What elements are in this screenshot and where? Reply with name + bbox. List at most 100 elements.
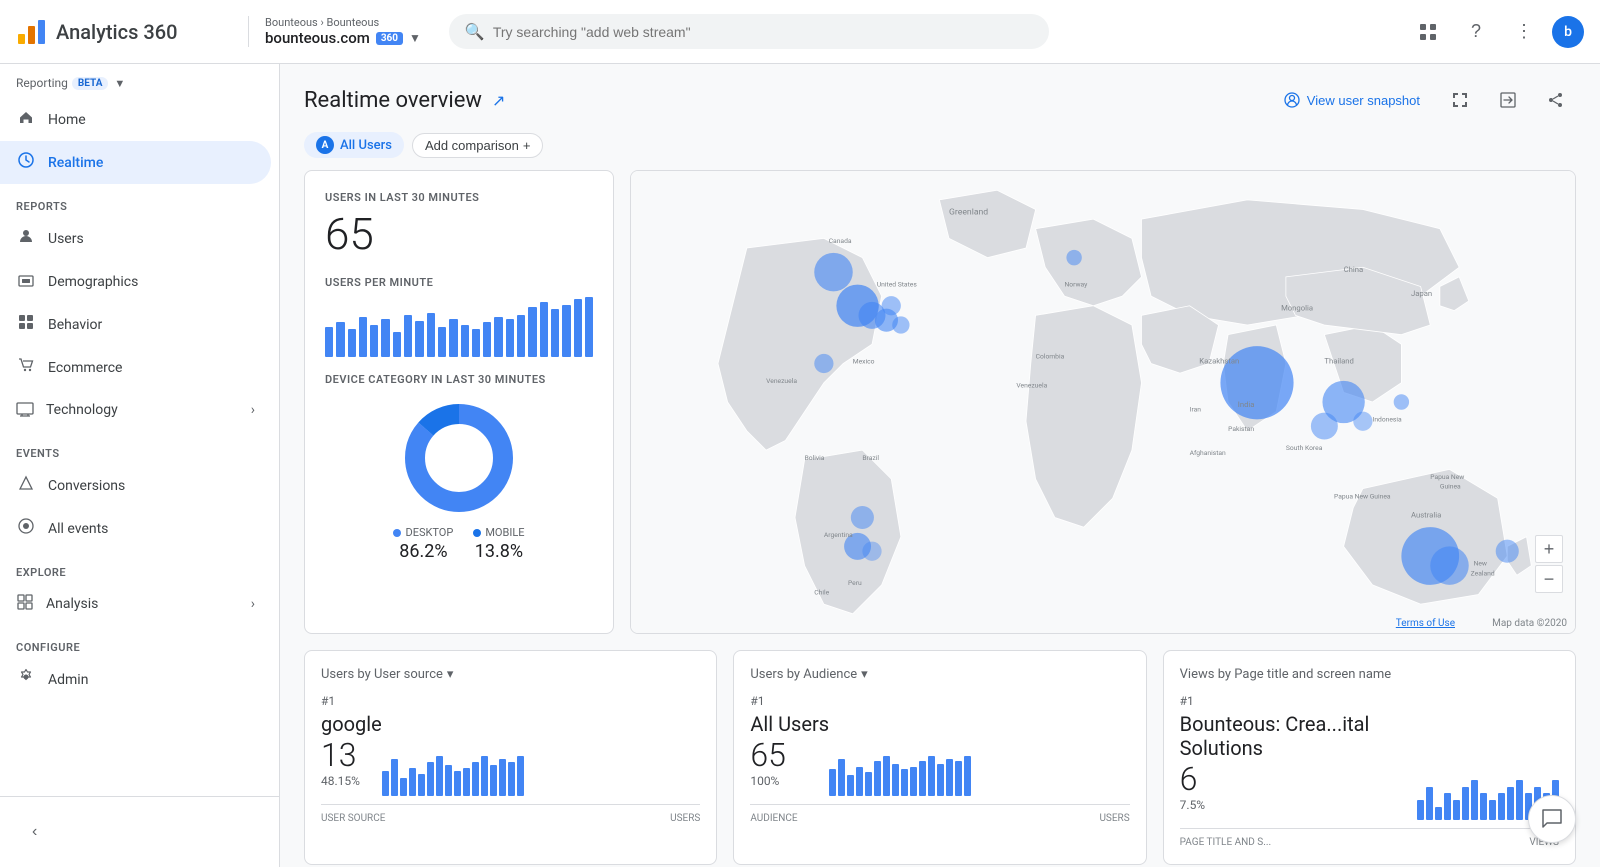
audience-pct: 100% [750, 774, 829, 788]
mini-bar [946, 759, 953, 796]
view-snapshot-button[interactable]: View user snapshot [1271, 85, 1432, 115]
sidebar-item-analysis[interactable]: Analysis › [0, 583, 271, 625]
mini-bar [928, 756, 935, 796]
per-minute-label: USERS PER MINUTE [325, 276, 593, 289]
sidebar-item-demographics[interactable]: Demographics [0, 260, 271, 303]
chat-fab-button[interactable] [1528, 795, 1576, 843]
user-avatar[interactable]: b [1552, 16, 1584, 48]
bar [415, 321, 423, 357]
search-input[interactable] [493, 24, 1033, 40]
page-title-col-labels: PAGE TITLE AND S... VIEWS [1180, 828, 1559, 848]
donut-legend: DESKTOP 86.2% MOBILE 13.8% [393, 526, 524, 562]
sidebar-item-technology[interactable]: Technology › [0, 389, 271, 431]
mini-bar [847, 775, 854, 796]
header: Analytics 360 Bounteous › Bounteous boun… [0, 0, 1600, 64]
users-value: 65 [325, 208, 593, 260]
expand-button[interactable] [1440, 80, 1480, 120]
svg-text:India: India [1238, 400, 1255, 409]
export-icon [1499, 91, 1517, 109]
sidebar-item-realtime[interactable]: Realtime [0, 141, 271, 184]
share-icon [1547, 91, 1565, 109]
page-title-pct: 7.5% [1180, 798, 1417, 812]
mini-bar [454, 771, 461, 796]
mini-bar [856, 767, 863, 796]
all-users-chip[interactable]: A All Users [304, 132, 404, 158]
technology-icon [16, 399, 34, 421]
search-box[interactable]: 🔍 [449, 14, 1049, 49]
audience-value: 65 [750, 736, 829, 774]
sidebar-item-home[interactable]: Home [0, 98, 271, 141]
sidebar-item-users[interactable]: Users [0, 217, 271, 260]
mini-bar [874, 761, 881, 796]
add-comparison-label: Add comparison [425, 138, 519, 153]
audience-dropdown-icon[interactable]: ▾ [861, 667, 868, 682]
reporting-dropdown-icon[interactable]: ▼ [114, 77, 125, 90]
share-button[interactable] [1536, 80, 1576, 120]
sidebar-item-ecommerce[interactable]: Ecommerce [0, 346, 271, 389]
more-button[interactable]: ⋮ [1504, 12, 1544, 52]
svg-text:United States: United States [877, 281, 918, 289]
apps-button[interactable] [1408, 12, 1448, 52]
donut-container: DESKTOP 86.2% MOBILE 13.8% [325, 398, 593, 562]
property-dropdown-icon[interactable]: ▼ [409, 31, 421, 45]
svg-text:China: China [1344, 265, 1364, 274]
sidebar-collapse-button[interactable]: ‹ [16, 813, 53, 851]
user-source-mini-chart [382, 756, 701, 796]
mini-bar [472, 762, 479, 796]
explore-section-label: EXPLORE [0, 550, 279, 583]
page-title-row: Realtime overview ↗ [304, 88, 505, 113]
title-dropdown-icon[interactable]: ▾ [447, 667, 454, 682]
sidebar-item-admin-label: Admin [48, 672, 88, 688]
bar [427, 313, 435, 357]
analytics-logo-icon [16, 16, 48, 48]
mini-bar [892, 764, 899, 796]
sidebar-item-all-events[interactable]: All events [0, 507, 271, 550]
user-source-title: Users by User source ▾ [321, 667, 700, 682]
audience-rank: #1 [750, 694, 1129, 708]
sidebar-item-demographics-label: Demographics [48, 274, 138, 290]
help-button[interactable]: ? [1456, 12, 1496, 52]
svg-text:Papua New Guinea: Papua New Guinea [1334, 492, 1391, 500]
bar [472, 329, 480, 357]
svg-text:Thailand: Thailand [1324, 357, 1354, 366]
bar [483, 322, 491, 357]
add-comparison-button[interactable]: Add comparison + [412, 133, 544, 158]
mini-bar [1417, 800, 1424, 820]
sidebar-item-behavior[interactable]: Behavior [0, 303, 271, 346]
property-selector[interactable]: Bounteous › Bounteous bounteous.com 360 … [248, 16, 437, 47]
main-inner: Realtime overview ↗ View user snapshot [280, 64, 1600, 867]
bar [370, 325, 378, 357]
mini-bar [838, 759, 845, 796]
svg-text:Peru: Peru [848, 579, 862, 587]
chip-label: All Users [340, 138, 392, 153]
audience-mini-chart [829, 756, 1130, 796]
mini-bar [436, 756, 443, 796]
behavior-icon [16, 313, 36, 336]
sidebar-item-conversions[interactable]: Conversions [0, 464, 271, 507]
bar [404, 315, 412, 357]
chat-icon [1541, 808, 1563, 830]
page-title: Realtime overview [304, 88, 482, 113]
export-button[interactable] [1488, 80, 1528, 120]
page-title-link-icon[interactable]: ↗ [492, 91, 505, 110]
mini-bar [508, 762, 515, 796]
bar [551, 309, 559, 357]
user-source-rank: #1 [321, 694, 700, 708]
world-map[interactable]: Greenland Kazakhstan Mongolia China Japa… [631, 171, 1575, 633]
snapshot-icon [1283, 91, 1301, 109]
mini-bar [1462, 787, 1469, 820]
zoom-out-button[interactable]: − [1535, 565, 1563, 593]
main-content: Realtime overview ↗ View user snapshot [280, 64, 1600, 867]
mini-bar [883, 756, 890, 796]
realtime-icon [16, 151, 36, 174]
search-area: 🔍 [449, 14, 1049, 49]
zoom-in-button[interactable]: + [1535, 535, 1563, 563]
beta-badge: BETA [72, 77, 109, 90]
bar [449, 319, 457, 357]
map-terms-link[interactable]: Terms of Use [1396, 618, 1455, 629]
mini-bar [409, 768, 416, 796]
sidebar-item-admin[interactable]: Admin [0, 658, 271, 701]
mini-bar [910, 767, 917, 796]
audience-value-col: All Users 65 100% [750, 712, 829, 796]
user-source-col-labels: USER SOURCE USERS [321, 804, 700, 824]
